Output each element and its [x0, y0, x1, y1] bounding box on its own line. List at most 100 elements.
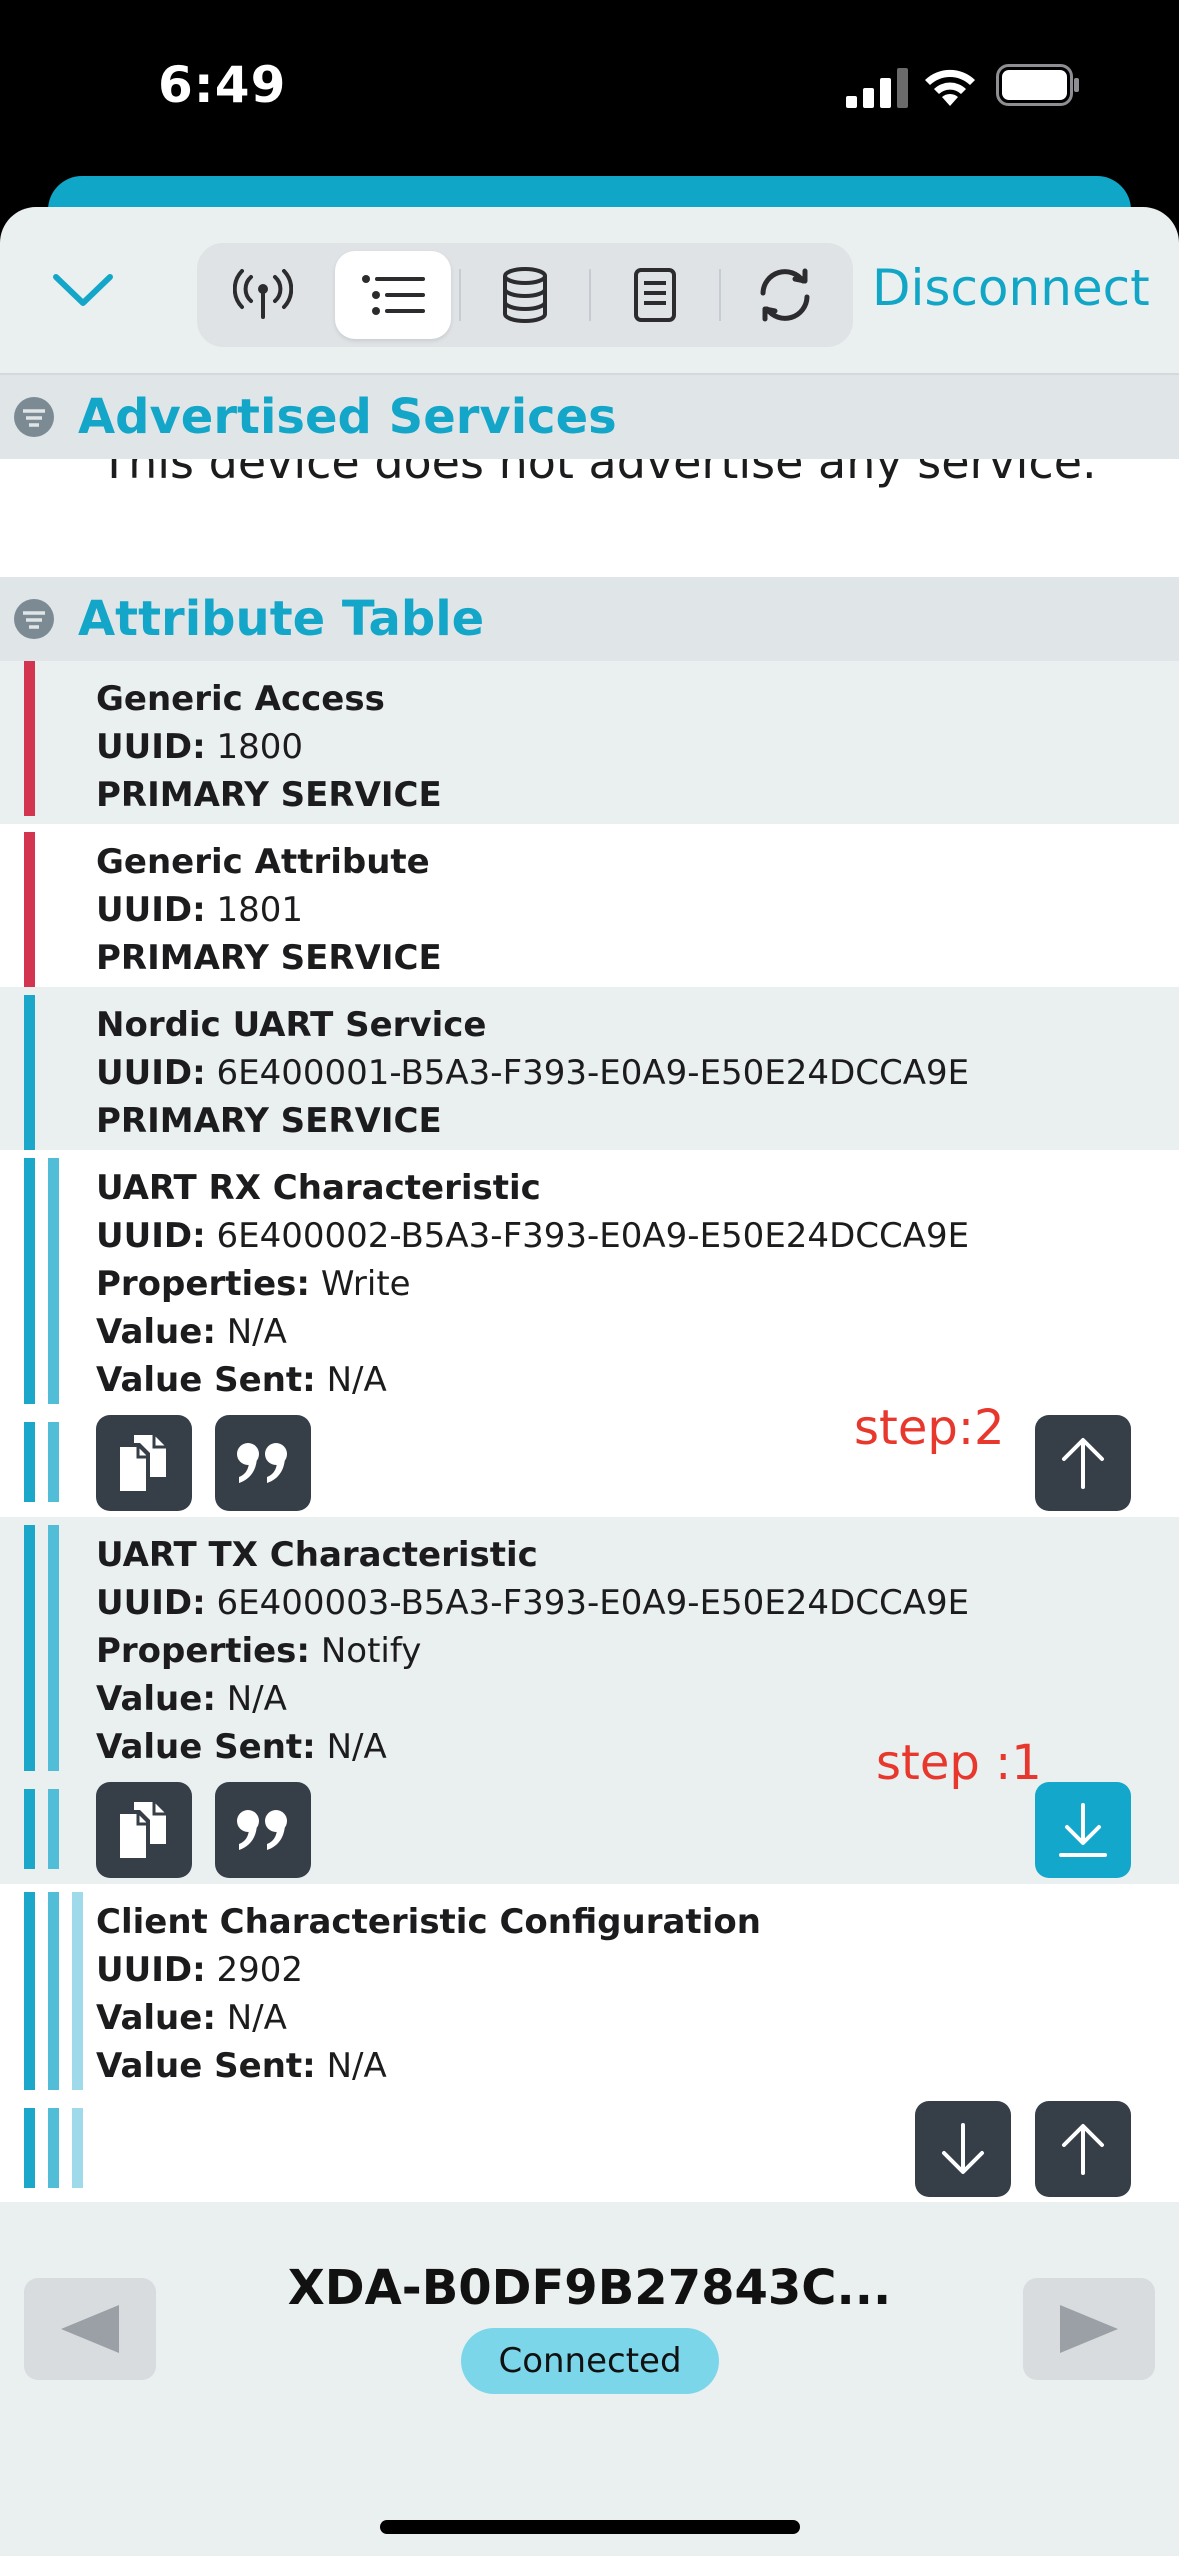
value-value: N/A [226, 1312, 287, 1352]
attribute-type: PRIMARY SERVICE [96, 938, 442, 978]
arrow-up-icon [1062, 2124, 1104, 2175]
uuid-label: UUID: [96, 1053, 206, 1093]
service-indicator [24, 2108, 35, 2188]
no-services-message: This device does not advertise any servi… [100, 459, 1097, 489]
attribute-type: PRIMARY SERVICE [96, 775, 442, 815]
quote-icon [237, 1443, 287, 1483]
chevron-down-icon[interactable] [48, 265, 118, 315]
characteristic-indicator [48, 1525, 59, 1771]
properties-label: Properties: [96, 1264, 311, 1304]
arrow-up-icon [1062, 1438, 1104, 1489]
attribute-value-sent: Value Sent: N/A [96, 1727, 387, 1767]
tab-database[interactable] [467, 251, 583, 339]
attribute-row-generic-access[interactable]: Generic Access UUID: 1800 PRIMARY SERVIC… [0, 661, 1179, 824]
attribute-uuid: UUID: 6E400003-B5A3-F393-E0A9-E50E24DCCA… [96, 1583, 969, 1623]
uuid-label: UUID: [96, 1583, 206, 1623]
device-footer: XDA-B0DF9B27843C... Connected [0, 2202, 1179, 2556]
disconnect-button[interactable]: Disconnect [872, 259, 1150, 317]
attribute-row-uart-rx[interactable]: UART RX Characteristic UUID: 6E400002-B5… [0, 1150, 1179, 1517]
uuid-label: UUID: [96, 727, 206, 767]
attribute-value-sent: Value Sent: N/A [96, 2046, 387, 2086]
attribute-row-nordic-uart-service[interactable]: Nordic UART Service UUID: 6E400001-B5A3-… [0, 987, 1179, 1150]
segment-divider [459, 269, 461, 321]
wifi-icon [925, 69, 975, 106]
tab-refresh[interactable] [727, 251, 843, 339]
view-segmented-control [197, 243, 853, 347]
value-sent-label: Value Sent: [96, 1360, 316, 1400]
antenna-icon [233, 269, 293, 319]
service-indicator [24, 1789, 35, 1869]
service-indicator [24, 832, 35, 987]
attribute-value: Value: N/A [96, 1679, 287, 1719]
section-title: Attribute Table [78, 591, 485, 647]
database-icon [503, 267, 547, 323]
attribute-uuid: UUID: 6E400001-B5A3-F393-E0A9-E50E24DCCA… [96, 1053, 969, 1093]
copy-button[interactable] [96, 1415, 192, 1511]
descriptor-indicator [72, 1892, 83, 2090]
value-sent-value: N/A [326, 2046, 387, 2086]
arrow-down-icon [942, 2123, 984, 2174]
attribute-properties: Properties: Write [96, 1264, 411, 1304]
segment-divider [589, 269, 591, 321]
write-button[interactable] [1035, 1415, 1131, 1511]
uuid-value: 1801 [216, 890, 304, 930]
log-icon [634, 268, 676, 322]
annotation-step-2: step:2 [854, 1400, 1005, 1456]
triangle-right-icon [1060, 2305, 1118, 2353]
value-value: N/A [226, 1679, 287, 1719]
tab-attribute-table[interactable] [335, 251, 451, 339]
device-name: XDA-B0DF9B27843C... [287, 2260, 892, 2316]
characteristic-indicator [48, 1422, 59, 1502]
attribute-uuid: UUID: 6E400002-B5A3-F393-E0A9-E50E24DCCA… [96, 1216, 969, 1256]
next-device-button[interactable] [1023, 2278, 1155, 2380]
advertised-services-body: This device does not advertise any servi… [0, 459, 1179, 577]
attribute-type: PRIMARY SERVICE [96, 1101, 442, 1141]
properties-value: Write [320, 1264, 411, 1304]
tab-advertisement[interactable] [205, 251, 321, 339]
battery-icon [996, 64, 1079, 106]
attribute-table-header[interactable]: Attribute Table [0, 577, 1179, 661]
service-indicator [24, 995, 35, 1150]
value-label: Value: [96, 1679, 216, 1719]
attribute-name: Nordic UART Service [96, 1005, 487, 1045]
attribute-row-generic-attribute[interactable]: Generic Attribute UUID: 1801 PRIMARY SER… [0, 824, 1179, 987]
attribute-name: UART RX Characteristic [96, 1168, 541, 1208]
value-sent-label: Value Sent: [96, 2046, 316, 2086]
uuid-label: UUID: [96, 1950, 206, 1990]
properties-label: Properties: [96, 1631, 311, 1671]
characteristic-indicator [48, 2108, 59, 2188]
uuid-label: UUID: [96, 1216, 206, 1256]
characteristic-indicator [48, 1158, 59, 1404]
advertised-services-header[interactable]: Advertised Services [0, 375, 1179, 459]
properties-value: Notify [320, 1631, 422, 1671]
cellular-signal-icon [846, 68, 908, 108]
write-button[interactable] [1035, 2101, 1131, 2197]
value-sent-value: N/A [326, 1727, 387, 1767]
uuid-value: 1800 [216, 727, 304, 767]
quote-button[interactable] [215, 1415, 311, 1511]
attribute-value-sent: Value Sent: N/A [96, 1360, 387, 1400]
copy-button[interactable] [96, 1782, 192, 1878]
value-value: N/A [226, 1998, 287, 2038]
attribute-uuid: UUID: 1800 [96, 727, 303, 767]
service-indicator [24, 1422, 35, 1502]
home-indicator[interactable] [380, 2520, 800, 2534]
attribute-value: Value: N/A [96, 1998, 287, 2038]
quote-button[interactable] [215, 1782, 311, 1878]
copy-icon [120, 1435, 166, 1491]
uuid-value: 2902 [216, 1950, 304, 1990]
section-title: Advertised Services [78, 389, 617, 445]
subscribe-button[interactable] [1035, 1782, 1131, 1878]
collapse-section-icon[interactable] [12, 395, 56, 439]
service-indicator [24, 1158, 35, 1404]
attribute-name: UART TX Characteristic [96, 1535, 538, 1575]
attribute-row-uart-tx[interactable]: UART TX Characteristic UUID: 6E400003-B5… [0, 1517, 1179, 1884]
annotation-step-1: step :1 [876, 1735, 1042, 1791]
copy-icon [120, 1802, 166, 1858]
connection-status-badge: Connected [461, 2328, 719, 2394]
quote-icon [237, 1810, 287, 1850]
attribute-properties: Properties: Notify [96, 1631, 421, 1671]
collapse-section-icon[interactable] [12, 597, 56, 641]
tab-log[interactable] [597, 251, 713, 339]
read-button[interactable] [915, 2101, 1011, 2197]
